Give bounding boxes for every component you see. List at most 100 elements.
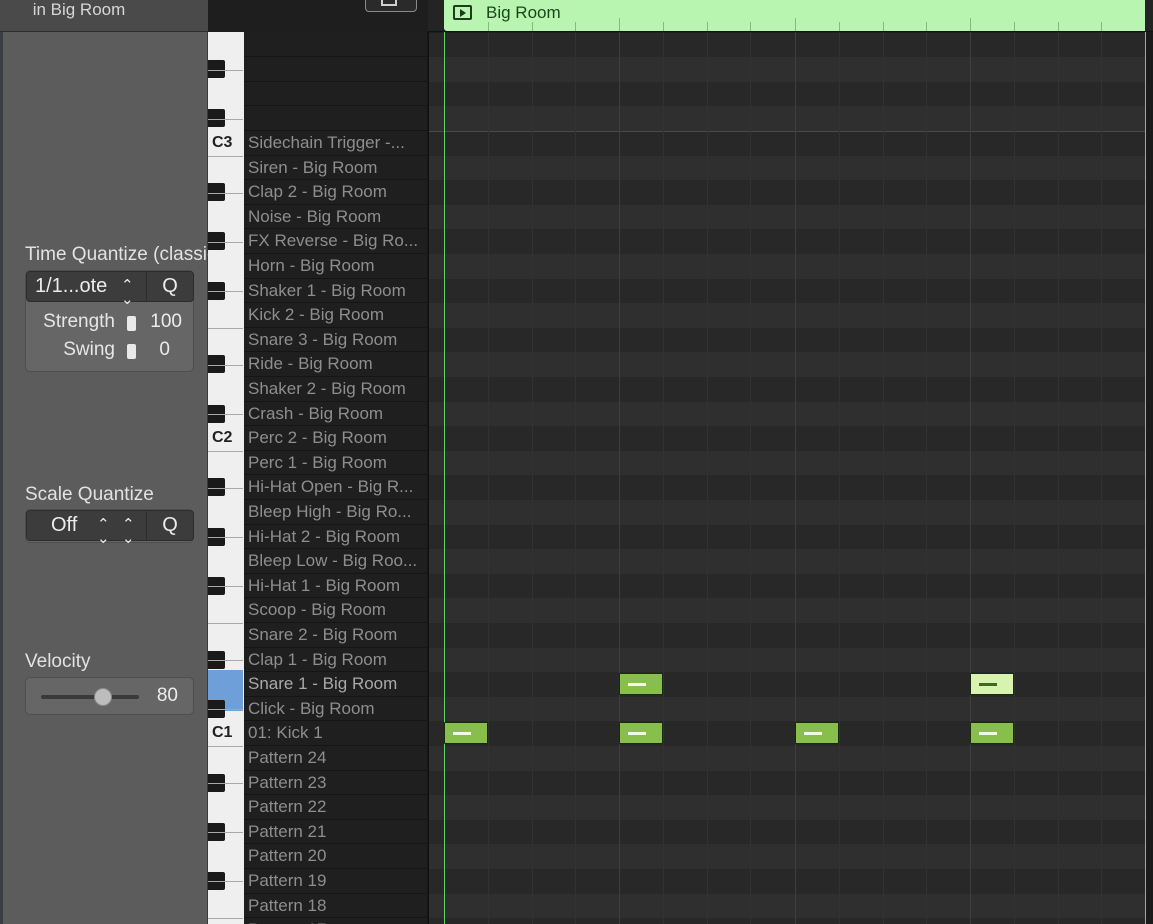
grid-row[interactable] — [428, 401, 1145, 427]
white-key-separator — [208, 832, 243, 833]
note-event[interactable] — [619, 722, 663, 745]
grid-row[interactable] — [428, 327, 1145, 353]
grid-row[interactable] — [428, 795, 1145, 820]
drum-name-label: FX Reverse - Big Ro... — [248, 231, 419, 251]
grid-row[interactable] — [428, 377, 1145, 402]
drum-name-label: Kick 2 - Big Room — [248, 305, 385, 325]
play-region-icon[interactable] — [453, 5, 472, 20]
grid-row[interactable] — [428, 303, 1145, 328]
scale-quantize-label: Scale Quantize — [25, 484, 154, 505]
grid-row[interactable] — [428, 254, 1145, 279]
grid-row[interactable] — [428, 869, 1145, 894]
grid-row[interactable] — [428, 229, 1145, 254]
ruler-tick — [1014, 22, 1015, 31]
grid-row[interactable] — [428, 204, 1145, 230]
drum-name-label: Hi-Hat Open - Big R... — [248, 477, 414, 497]
strength-slider-knob[interactable] — [127, 316, 136, 331]
white-key-separator — [208, 119, 243, 120]
grid-row[interactable] — [428, 623, 1145, 648]
drum-name-row[interactable] — [244, 106, 428, 131]
scale-quantize-box: Off ⌃ ⌄ ⌃ ⌄ Q — [25, 509, 194, 546]
grid-row[interactable] — [428, 180, 1145, 205]
velocity-value[interactable]: 80 — [138, 685, 178, 707]
drum-name-label: Bleep High - Big Ro... — [248, 502, 412, 521]
ruler-tick — [1058, 22, 1059, 31]
piano-roll-window: { "inspector": { "region_subtitle": "in … — [0, 0, 1153, 924]
grid-row[interactable] — [428, 721, 1145, 746]
grid-row[interactable] — [428, 819, 1145, 845]
grid-row[interactable] — [428, 500, 1145, 525]
drum-name-label: Hi-Hat 2 - Big Room — [248, 526, 401, 546]
grid-row[interactable] — [428, 573, 1145, 599]
region-boundary-line — [428, 32, 429, 924]
strength-value[interactable]: 100 — [138, 311, 182, 333]
grid-row[interactable] — [428, 475, 1145, 500]
drum-name-row[interactable] — [244, 57, 428, 82]
note-event[interactable] — [970, 722, 1014, 745]
note-event[interactable] — [970, 673, 1014, 696]
grid-row[interactable] — [428, 549, 1145, 574]
swing-value[interactable]: 0 — [138, 339, 170, 361]
grid-row[interactable] — [428, 893, 1145, 919]
ruler-tick — [970, 18, 971, 31]
white-key-separator — [208, 193, 243, 194]
velocity-slider-knob[interactable] — [93, 688, 112, 706]
white-key-separator — [208, 881, 243, 882]
grid-row[interactable] — [428, 32, 1145, 58]
white-key-separator — [208, 709, 243, 710]
beat-line — [970, 32, 971, 924]
grid-row[interactable] — [428, 770, 1145, 796]
drum-name-label: Pattern 19 — [248, 871, 327, 890]
grid-row[interactable] — [428, 598, 1145, 623]
grid-row[interactable] — [428, 672, 1145, 697]
drum-name-row[interactable] — [244, 82, 428, 107]
grid-row[interactable] — [428, 647, 1145, 673]
grid-row[interactable] — [428, 155, 1145, 181]
ruler-tick — [575, 22, 576, 31]
ruler-tick — [619, 18, 620, 31]
velocity-slider-track[interactable] — [41, 695, 139, 699]
division-line — [839, 32, 840, 924]
time-quantize-select[interactable]: 1/1...ote ⌃ ⌄ — [26, 271, 147, 307]
white-key-separator — [208, 586, 243, 587]
drum-name-label: Shaker 1 - Big Room — [248, 280, 406, 300]
drum-name-label: Shaker 2 - Big Room — [248, 379, 406, 398]
grid-row[interactable] — [428, 106, 1145, 131]
note-event[interactable] — [619, 673, 663, 696]
grid-row[interactable] — [428, 131, 1145, 157]
strength-label: Strength — [43, 311, 115, 332]
white-key-separator — [208, 488, 243, 489]
swing-slider-knob[interactable] — [127, 344, 136, 359]
grid-row[interactable] — [428, 57, 1145, 82]
grid-row[interactable] — [428, 81, 1145, 107]
drum-name-label: Pattern 20 — [248, 846, 327, 866]
time-quantize-q-button[interactable]: Q — [146, 271, 194, 302]
drum-name-row[interactable] — [244, 33, 428, 58]
division-line — [663, 32, 664, 924]
scale-quantize-select[interactable]: Off ⌃ ⌄ ⌃ ⌄ — [26, 510, 147, 546]
ruler-tick — [750, 22, 751, 31]
grid-row[interactable] — [428, 696, 1145, 722]
region-boundary-line — [444, 32, 445, 924]
grid-row[interactable] — [428, 844, 1145, 869]
drum-name-label: Click - Big Room — [248, 698, 375, 718]
grid-row[interactable] — [428, 278, 1145, 304]
region-subtitle: in Big Room — [32, 0, 126, 19]
grid-row[interactable] — [428, 426, 1145, 451]
grid-row[interactable] — [428, 918, 1145, 924]
note-event[interactable] — [795, 722, 839, 745]
white-key-separator — [208, 660, 243, 661]
white-key-separator — [208, 156, 243, 157]
division-line — [707, 32, 708, 924]
note-event[interactable] — [444, 722, 488, 745]
white-key-separator — [208, 242, 243, 243]
grid-row[interactable] — [428, 450, 1145, 476]
grid-row[interactable] — [428, 352, 1145, 377]
white-key-separator — [208, 537, 243, 538]
drum-name-label: Pattern 17 — [248, 920, 424, 924]
white-key-separator — [208, 918, 243, 919]
scale-quantize-q-button[interactable]: Q — [146, 510, 194, 541]
division-line — [750, 32, 751, 924]
grid-row[interactable] — [428, 524, 1145, 550]
grid-row[interactable] — [428, 746, 1145, 771]
